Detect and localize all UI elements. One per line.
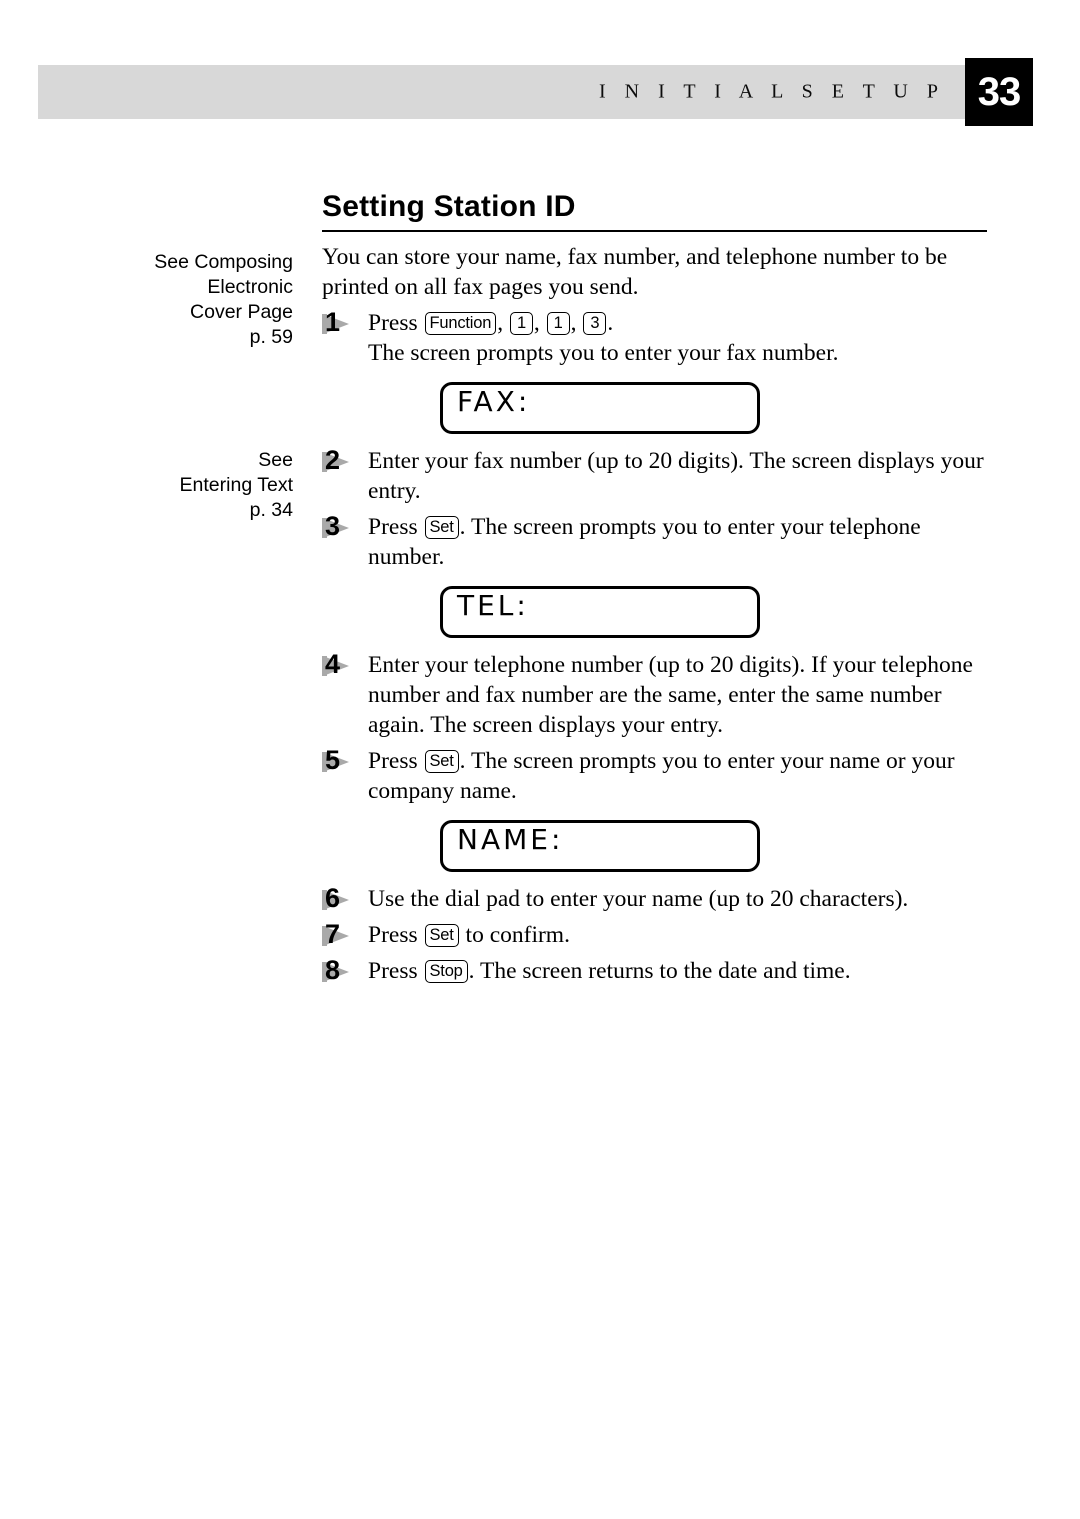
step-number: 5 bbox=[325, 744, 341, 775]
step-1: 1 Press Function, 1, 1, 3. The screen pr… bbox=[322, 308, 987, 368]
step-marker-icon: 8 bbox=[322, 954, 364, 985]
margin-note-entering-text: See Entering Text p. 34 bbox=[88, 448, 293, 523]
step-2: 2 Enter your fax number (up to 20 digits… bbox=[322, 446, 987, 506]
step-number: 2 bbox=[325, 444, 341, 475]
page-number-badge: 33 bbox=[965, 58, 1033, 126]
key-3[interactable]: 3 bbox=[583, 311, 607, 335]
step-3: 3 Press Set. The screen prompts you to e… bbox=[322, 512, 987, 572]
key-stop[interactable]: Stop bbox=[424, 959, 468, 983]
step-marker-icon: 2 bbox=[322, 444, 364, 475]
step-1-sep: , bbox=[533, 309, 546, 336]
page-title: Setting Station ID bbox=[322, 190, 576, 223]
key-set[interactable]: Set bbox=[424, 749, 459, 773]
step-1-sep: , bbox=[570, 309, 583, 336]
step-number: 7 bbox=[325, 918, 341, 949]
step-number: 8 bbox=[325, 954, 341, 985]
step-marker-icon: 6 bbox=[322, 882, 364, 913]
step-marker-icon: 5 bbox=[322, 744, 364, 775]
step-4: 4 Enter your telephone number (up to 20 … bbox=[322, 650, 987, 740]
step-marker-icon: 1 bbox=[322, 306, 364, 337]
margin-note-line: See bbox=[258, 449, 293, 471]
step-number: 4 bbox=[325, 648, 341, 679]
step-number: 1 bbox=[325, 306, 341, 337]
step-1-sep: , bbox=[497, 309, 509, 336]
step-4-text: Enter your telephone number (up to 20 di… bbox=[368, 651, 973, 738]
step-6: 6 Use the dial pad to enter your name (u… bbox=[322, 884, 987, 914]
step-7-text: Press bbox=[368, 921, 424, 948]
running-header-band: I N I T I A L S E T U P bbox=[38, 65, 965, 119]
margin-note-line: p. 34 bbox=[249, 499, 293, 521]
lcd-display-tel: TEL: bbox=[440, 585, 760, 638]
step-1-text: Press bbox=[368, 309, 424, 336]
step-marker-icon: 4 bbox=[322, 648, 364, 679]
key-set[interactable]: Set bbox=[424, 923, 459, 947]
step-2-text: Enter your fax number (up to 20 digits).… bbox=[368, 447, 984, 504]
intro-paragraph: You can store your name, fax number, and… bbox=[322, 243, 948, 300]
step-number: 3 bbox=[325, 510, 341, 541]
step-5: 5 Press Set. The screen prompts you to e… bbox=[322, 746, 987, 806]
title-divider bbox=[322, 230, 987, 232]
step-1-end: . bbox=[607, 309, 614, 336]
step-5-text: Press bbox=[368, 747, 424, 774]
step-6-text: Use the dial pad to enter your name (up … bbox=[368, 885, 909, 912]
margin-note-line: See Composing bbox=[154, 251, 293, 273]
margin-note-line: p. 59 bbox=[249, 326, 293, 348]
key-function[interactable]: Function bbox=[424, 311, 497, 335]
running-head-text: I N I T I A L S E T U P bbox=[598, 80, 945, 103]
step-marker-icon: 3 bbox=[322, 510, 364, 541]
step-3-text: Press bbox=[368, 513, 424, 540]
step-8-rest: . The screen returns to the date and tim… bbox=[468, 957, 851, 984]
step-1-continuation: The screen prompts you to enter your fax… bbox=[368, 339, 839, 366]
step-7: 7 Press Set to confirm. bbox=[322, 920, 987, 950]
lcd-display-fax: FAX: bbox=[440, 381, 760, 434]
margin-note-line: Electronic bbox=[207, 276, 293, 298]
step-8: 8 Press Stop. The screen returns to the … bbox=[322, 956, 987, 986]
margin-note-line: Entering Text bbox=[179, 474, 293, 496]
margin-note-composing-cover-page: See Composing Electronic Cover Page p. 5… bbox=[88, 250, 293, 350]
step-8-text: Press bbox=[368, 957, 424, 984]
page-number-text: 33 bbox=[977, 70, 1021, 114]
key-set[interactable]: Set bbox=[424, 515, 459, 539]
step-marker-icon: 7 bbox=[322, 918, 364, 949]
key-1-second[interactable]: 1 bbox=[546, 311, 570, 335]
main-column: Setting Station ID You can store your na… bbox=[322, 190, 987, 986]
step-7-rest: to confirm. bbox=[459, 921, 570, 948]
margin-note-line: Cover Page bbox=[190, 301, 293, 323]
key-1-first[interactable]: 1 bbox=[509, 311, 533, 335]
step-number: 6 bbox=[325, 882, 341, 913]
lcd-display-name: NAME: bbox=[440, 819, 760, 872]
